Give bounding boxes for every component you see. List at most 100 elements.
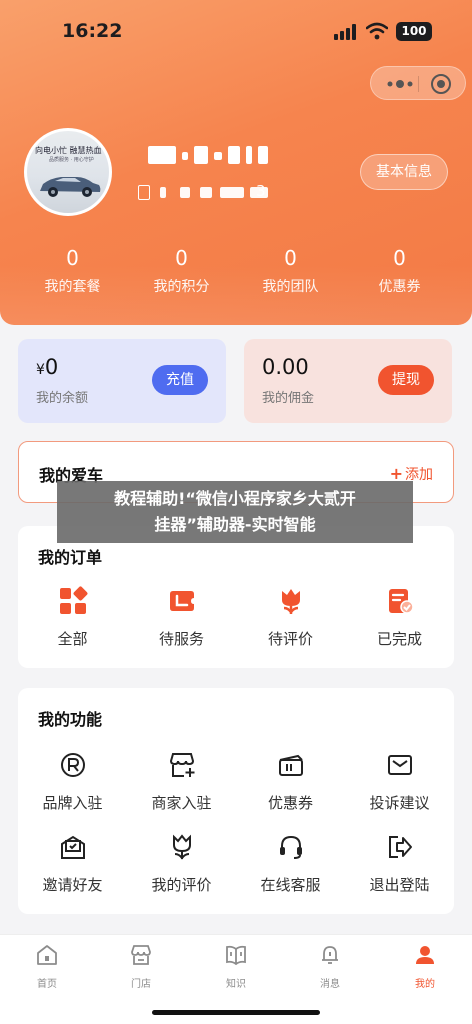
stat-points[interactable]: 0 我的积分	[127, 246, 236, 300]
car-image-icon	[40, 177, 101, 197]
coupon-icon	[278, 754, 303, 776]
orders-panel: 我的订单 全部 待服务 待评价 已完成	[18, 526, 454, 668]
invite-icon	[60, 835, 85, 859]
online-service-label: 在线客服	[260, 876, 321, 894]
wifi-icon	[366, 22, 388, 40]
commission-card[interactable]: 0.00 我的佣金 提现	[244, 339, 452, 423]
mail-icon	[387, 755, 412, 775]
invite-friends-label: 邀请好友	[42, 876, 103, 894]
stat-value: 0	[393, 246, 406, 270]
avatar-caption: 向电小忙 融慧热血	[35, 146, 102, 155]
logout-icon	[388, 836, 412, 858]
order-pending-review-label: 待评价	[267, 630, 313, 648]
home-indicator	[152, 1010, 320, 1015]
merchant-join-label: 商家入驻	[151, 794, 212, 812]
watermark-line-1: 教程辅助!“微信小程序家乡大贰开	[114, 489, 356, 508]
book-icon	[226, 945, 246, 966]
phone-number-masked	[160, 182, 270, 204]
brand-join[interactable]: 品牌入驻	[18, 750, 127, 813]
phone-number-tail: 3	[256, 182, 266, 200]
phone-icon	[138, 185, 150, 200]
my-reviews-label: 我的评价	[151, 876, 212, 894]
commission-amount: 0.00	[262, 355, 309, 379]
tab-home[interactable]: 首页	[0, 943, 94, 990]
order-pending-service[interactable]: 待服务	[127, 586, 236, 649]
tab-knowledge-label: 知识	[226, 979, 246, 990]
balance-card[interactable]: ¥0 我的余额 充值	[18, 339, 226, 423]
registered-icon	[60, 753, 85, 777]
avatar[interactable]: 向电小忙 融慧热血 品质服务 · 用心守护	[24, 128, 112, 216]
tab-mine-label: 我的	[415, 979, 435, 990]
tab-knowledge[interactable]: 知识	[189, 943, 283, 990]
tab-store[interactable]: 门店	[94, 943, 188, 990]
balance-value: 0	[44, 355, 59, 379]
coupons[interactable]: 优惠券	[236, 750, 345, 813]
stat-value: 0	[284, 246, 297, 270]
bell-icon	[322, 946, 338, 964]
stat-package[interactable]: 0 我的套餐	[18, 246, 127, 300]
tab-messages-label: 消息	[320, 979, 340, 990]
tab-messages[interactable]: 消息	[283, 943, 377, 990]
tab-store-label: 门店	[131, 979, 151, 990]
stat-label: 我的套餐	[44, 279, 101, 295]
stat-value: 0	[66, 246, 79, 270]
watermark-line-2: 挂器”辅助器-实时智能	[154, 515, 316, 534]
order-pending-service-label: 待服务	[158, 630, 204, 648]
stat-coupons[interactable]: 0 优惠券	[345, 246, 454, 300]
store-icon	[131, 945, 151, 965]
order-all[interactable]: 全部	[18, 586, 127, 649]
signal-icon	[334, 24, 360, 40]
logout-label: 退出登陆	[369, 876, 430, 894]
recharge-button[interactable]: 充值	[152, 365, 208, 395]
invite-friends[interactable]: 邀请好友	[18, 832, 127, 895]
user-icon	[416, 946, 434, 964]
home-icon	[37, 945, 57, 965]
stat-team[interactable]: 0 我的团队	[236, 246, 345, 300]
functions-panel: 我的功能 品牌入驻 商家入驻 优惠券 投诉建议 邀请好友 我的评价 在线客服 退…	[18, 688, 454, 914]
flower-icon	[172, 834, 191, 860]
logout[interactable]: 退出登陆	[345, 832, 454, 895]
order-pending-review[interactable]: 待评价	[236, 586, 345, 649]
stat-label: 优惠券	[378, 279, 421, 295]
complaints[interactable]: 投诉建议	[345, 750, 454, 813]
status-time: 16:22	[62, 20, 123, 42]
brand-join-label: 品牌入驻	[42, 794, 103, 812]
order-completed[interactable]: 已完成	[345, 586, 454, 649]
ticket-icon	[169, 591, 194, 611]
stat-label: 我的团队	[262, 279, 319, 295]
online-service[interactable]: 在线客服	[236, 832, 345, 895]
orders-title: 我的订单	[38, 548, 103, 567]
basic-info-button[interactable]: 基本信息	[360, 154, 448, 190]
close-miniprogram-icon[interactable]	[431, 74, 451, 94]
headset-icon	[279, 835, 302, 859]
balance-label: 我的余额	[36, 391, 89, 406]
complaints-label: 投诉建议	[369, 794, 430, 812]
battery-icon: 100	[396, 22, 432, 41]
order-all-label: 全部	[57, 630, 88, 648]
currency-symbol: ¥	[36, 362, 45, 378]
store-add-icon	[169, 753, 194, 777]
tab-mine[interactable]: 我的	[378, 943, 472, 990]
grid-icon	[59, 586, 87, 614]
coupons-label: 优惠券	[267, 794, 313, 812]
commission-label: 我的佣金	[262, 391, 315, 406]
merchant-join[interactable]: 商家入驻	[127, 750, 236, 813]
miniprogram-capsule	[370, 66, 466, 100]
functions-title: 我的功能	[38, 710, 103, 729]
more-icon[interactable]	[385, 78, 415, 90]
avatar-subcaption: 品质服务 · 用心守护	[49, 157, 94, 163]
user-name-masked	[148, 142, 276, 168]
tulip-icon	[281, 589, 300, 615]
stat-value: 0	[175, 246, 188, 270]
balance-amount: ¥0	[36, 355, 58, 379]
watermark-overlay: 教程辅助!“微信小程序家乡大贰开 挂器”辅助器-实时智能	[57, 481, 413, 543]
order-completed-label: 已完成	[376, 630, 422, 648]
stats-row: 0 我的套餐 0 我的积分 0 我的团队 0 优惠券	[18, 246, 454, 300]
check-doc-icon	[388, 589, 414, 614]
my-reviews[interactable]: 我的评价	[127, 832, 236, 895]
stat-label: 我的积分	[153, 279, 210, 295]
withdraw-button[interactable]: 提现	[378, 365, 434, 395]
tab-home-label: 首页	[37, 979, 57, 990]
status-bar: 16:22 100	[0, 0, 472, 62]
capsule-divider	[418, 76, 419, 92]
